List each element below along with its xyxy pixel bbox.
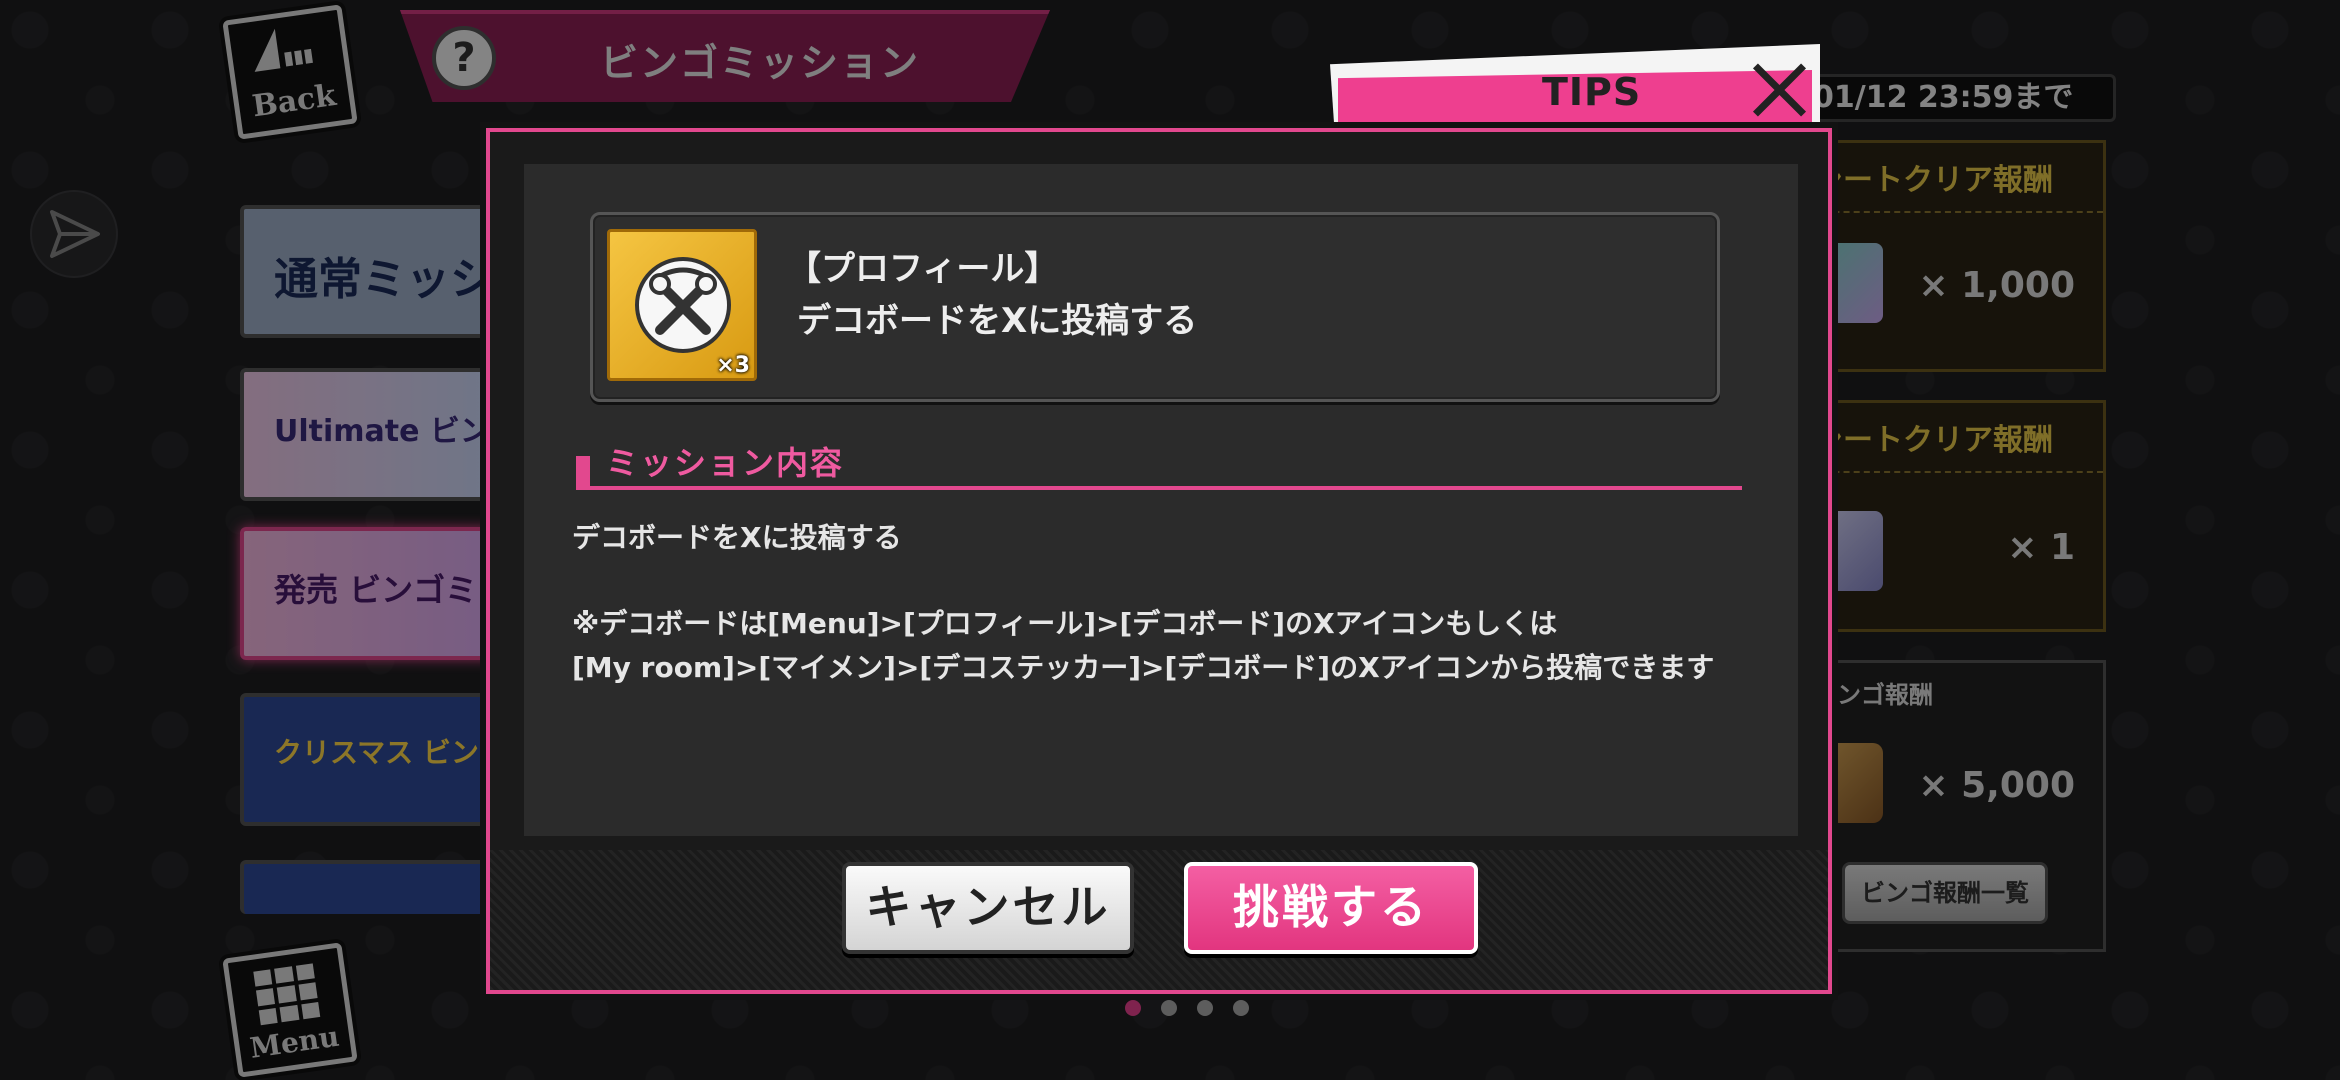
mission-card: ×3 【プロフィール】 デコボードをXに投稿する <box>590 212 1720 402</box>
badge-multiplier: ×3 <box>716 353 750 378</box>
mission-body-line: デコボードをXに投稿する <box>572 521 902 554</box>
tips-dialog: ×3 【プロフィール】 デコボードをXに投稿する ミッション内容 デコボードをX… <box>486 128 1832 994</box>
section-heading: ミッション内容 <box>576 438 1742 490</box>
mission-note-line: ※デコボードは[Menu]>[プロフィール]>[デコボード]のXアイコンもしくは <box>572 607 1558 640</box>
dialog-content: ×3 【プロフィール】 デコボードをXに投稿する ミッション内容 デコボードをX… <box>524 164 1798 836</box>
mission-title: 【プロフィール】 <box>787 249 1059 289</box>
cancel-button[interactable]: キャンセル <box>842 862 1134 954</box>
section-heading-text: ミッション内容 <box>606 444 845 482</box>
mission-description: デコボードをXに投稿する <box>797 301 1198 341</box>
mission-badge: ×3 <box>607 229 757 381</box>
mission-note-line: [My room]>[マイメン]>[デコステッカー]>[デコボード]のXアイコン… <box>572 651 1715 684</box>
crossed-mics-icon <box>635 257 731 353</box>
close-icon[interactable] <box>1748 58 1812 122</box>
tips-label: TIPS <box>1542 70 1642 114</box>
challenge-button[interactable]: 挑戦する <box>1184 862 1478 954</box>
